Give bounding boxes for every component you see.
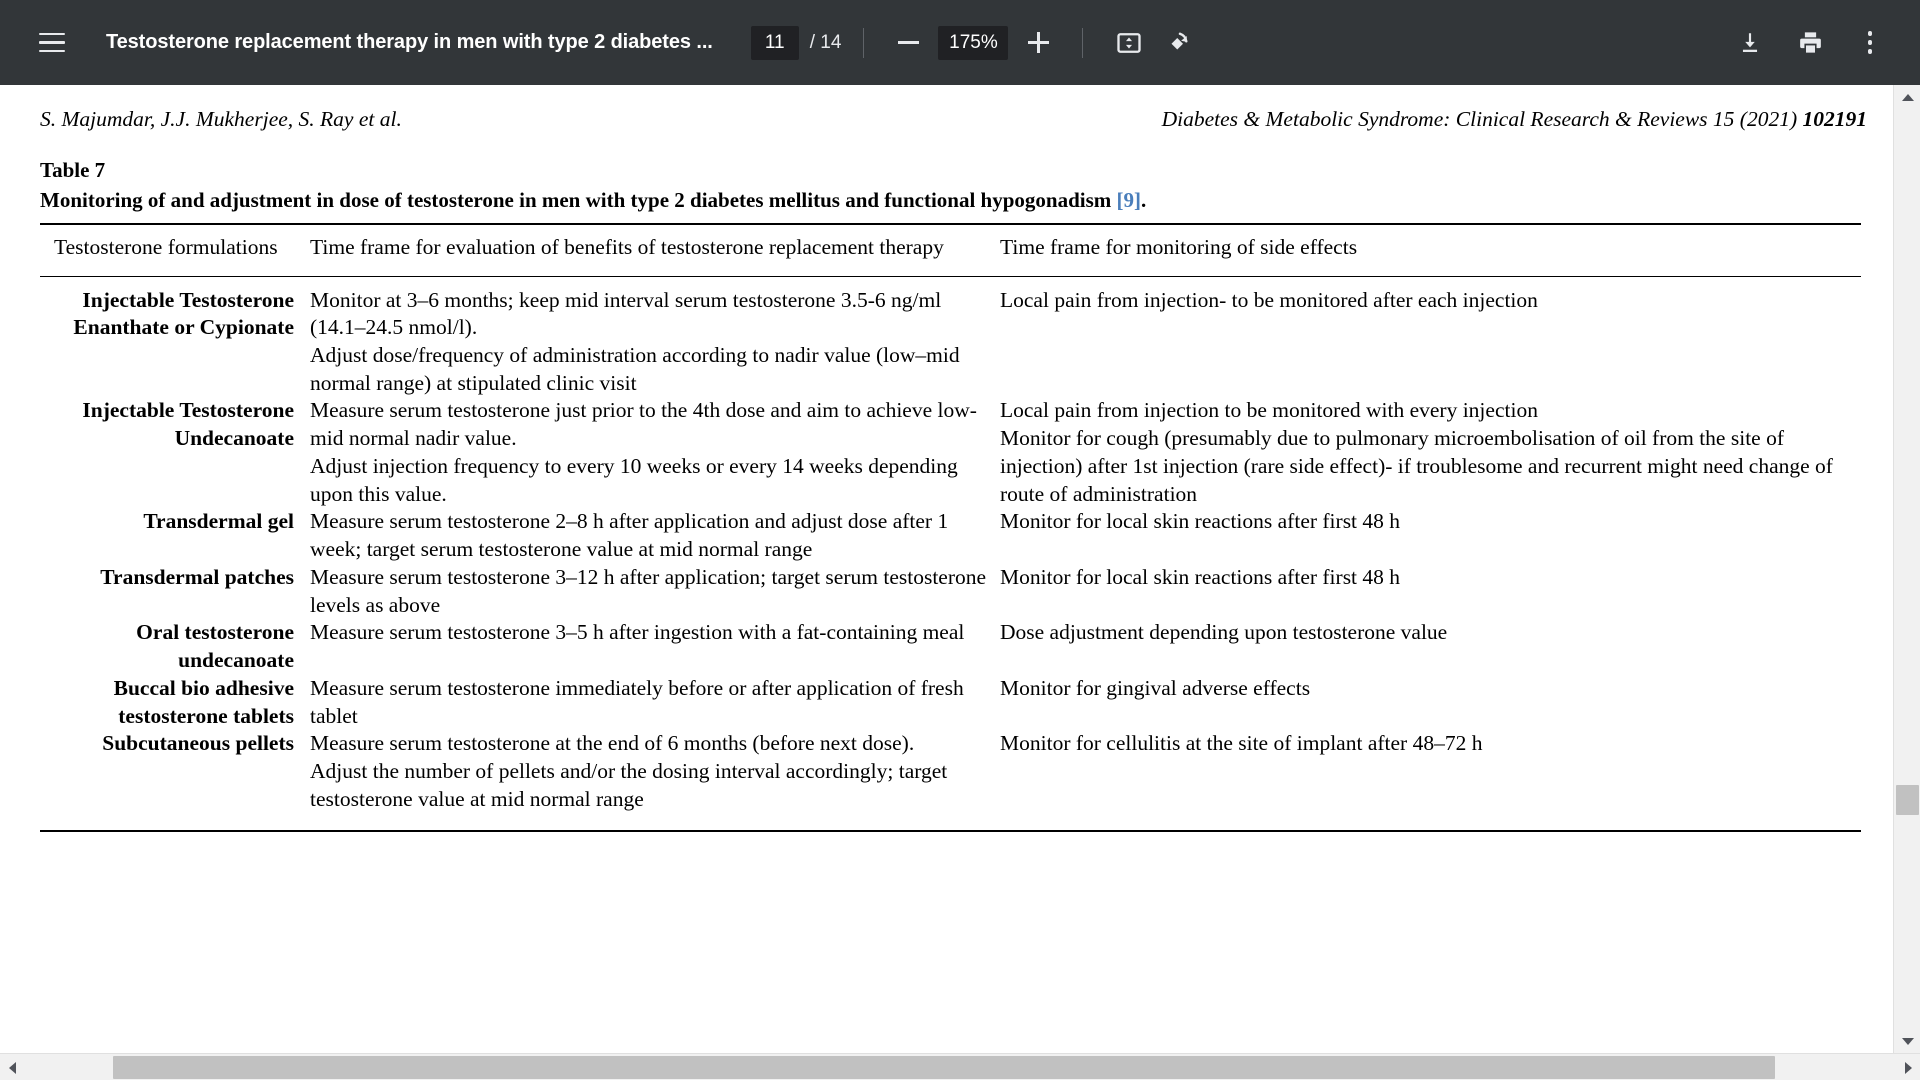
- cell-benefit: Measure serum testosterone 3–12 h after …: [310, 564, 1000, 619]
- cell-side-effect: Monitor for cellulitis at the site of im…: [1000, 730, 1861, 827]
- more-options-button[interactable]: [1846, 19, 1894, 67]
- horizontal-scrollbar[interactable]: [0, 1053, 1920, 1080]
- vertical-scrollbar[interactable]: [1893, 85, 1920, 1053]
- table-row: Injectable Testosterone Enanthate or Cyp…: [40, 276, 1861, 397]
- cell-formulation: Buccal bio adhesive testosterone tablets: [40, 675, 310, 730]
- cell-side-effect: Monitor for gingival adverse effects: [1000, 675, 1861, 730]
- toolbar-divider-2: [1082, 28, 1083, 58]
- table-bottom-rule: [40, 830, 1861, 832]
- minus-icon: [898, 32, 919, 53]
- rotate-button[interactable]: [1153, 19, 1201, 67]
- cell-side-effect: Monitor for local skin reactions after f…: [1000, 508, 1861, 563]
- vertical-scrollbar-thumb[interactable]: [1896, 785, 1919, 815]
- fit-to-page-button[interactable]: [1105, 19, 1153, 67]
- cell-benefit: Measure serum testosterone 3–5 h after i…: [310, 619, 1000, 674]
- scroll-right-arrow-icon[interactable]: [1896, 1054, 1920, 1081]
- toolbar-divider-1: [863, 28, 864, 58]
- table-caption-text: Monitoring of and adjustment in dose of …: [40, 188, 1117, 212]
- page-number-input[interactable]: [751, 26, 799, 60]
- zoom-controls: 175%: [886, 21, 1060, 65]
- table-row: Oral testosterone undecanoate Measure se…: [40, 619, 1861, 674]
- zoom-out-button[interactable]: [886, 21, 930, 65]
- hamburger-menu-icon: [39, 33, 65, 53]
- cell-side-effect: Dose adjustment depending upon testoster…: [1000, 619, 1861, 674]
- print-button[interactable]: [1786, 19, 1834, 67]
- pdf-page: S. Majumdar, J.J. Mukherjee, S. Ray et a…: [0, 85, 1893, 1051]
- scroll-left-arrow-icon[interactable]: [0, 1054, 24, 1081]
- pdf-viewer-toolbar: Testosterone replacement therapy in men …: [0, 0, 1920, 85]
- document-title: Testosterone replacement therapy in men …: [106, 31, 713, 54]
- rotate-icon: [1162, 28, 1192, 58]
- table-caption: Monitoring of and adjustment in dose of …: [40, 187, 1870, 213]
- caption-suffix: .: [1141, 188, 1146, 212]
- scroll-down-arrow-icon[interactable]: [1894, 1029, 1920, 1053]
- running-head-journal-name: Diabetes & Metabolic Syndrome: Clinical …: [1162, 107, 1803, 131]
- running-head-journal: Diabetes & Metabolic Syndrome: Clinical …: [1162, 107, 1867, 132]
- table-row: Transdermal gel Measure serum testostero…: [40, 508, 1861, 563]
- table-row: Subcutaneous pellets Measure serum testo…: [40, 730, 1861, 827]
- monitoring-table: Testosterone formulations Time frame for…: [40, 223, 1861, 827]
- zoom-in-button[interactable]: [1016, 21, 1060, 65]
- pdf-viewer-area[interactable]: S. Majumdar, J.J. Mukherjee, S. Ray et a…: [0, 85, 1920, 1080]
- column-header-side-effect-timeframe: Time frame for monitoring of side effect…: [1000, 224, 1861, 276]
- download-button[interactable]: [1726, 19, 1774, 67]
- fit-to-page-icon: [1115, 29, 1143, 57]
- cell-formulation: Transdermal patches: [40, 564, 310, 619]
- cell-formulation: Transdermal gel: [40, 508, 310, 563]
- cell-benefit: Measure serum testosterone immediately b…: [310, 675, 1000, 730]
- print-icon: [1797, 29, 1824, 56]
- column-header-benefit-timeframe: Time frame for evaluation of benefits of…: [310, 224, 1000, 276]
- cell-formulation: Oral testosterone undecanoate: [40, 619, 310, 674]
- download-icon: [1737, 30, 1763, 56]
- page-count-label: / 14: [810, 32, 842, 54]
- cell-benefit: Measure serum testosterone just prior to…: [310, 397, 1000, 508]
- cell-formulation: Injectable Testosterone Undecanoate: [40, 397, 310, 508]
- table-body: Injectable Testosterone Enanthate or Cyp…: [40, 276, 1861, 827]
- cell-benefit: Monitor at 3–6 months; keep mid interval…: [310, 276, 1000, 397]
- toolbar-actions: [1726, 19, 1894, 67]
- cell-benefit: Measure serum testosterone 2–8 h after a…: [310, 508, 1000, 563]
- cell-side-effect: Local pain from injection to be monitore…: [1000, 397, 1861, 508]
- document-content: S. Majumdar, J.J. Mukherjee, S. Ray et a…: [40, 85, 1870, 832]
- table-row: Buccal bio adhesive testosterone tablets…: [40, 675, 1861, 730]
- kebab-more-icon: [1868, 31, 1873, 54]
- plus-icon: [1028, 32, 1049, 53]
- cell-formulation: Subcutaneous pellets: [40, 730, 310, 827]
- scroll-up-arrow-icon[interactable]: [1894, 85, 1920, 109]
- column-header-formulations: Testosterone formulations: [40, 224, 310, 276]
- cell-formulation: Injectable Testosterone Enanthate or Cyp…: [40, 276, 310, 397]
- horizontal-scrollbar-thumb[interactable]: [113, 1056, 1775, 1079]
- cell-benefit: Measure serum testosterone at the end of…: [310, 730, 1000, 827]
- running-head-article-id: 102191: [1803, 107, 1868, 131]
- table-label: Table 7: [40, 158, 1870, 183]
- zoom-level-display[interactable]: 175%: [938, 26, 1008, 60]
- running-head: S. Majumdar, J.J. Mukherjee, S. Ray et a…: [40, 85, 1867, 132]
- sidebar-toggle-button[interactable]: [28, 19, 76, 67]
- caption-reference-link[interactable]: [9]: [1117, 188, 1142, 212]
- page-navigation: / 14: [751, 26, 842, 60]
- table-header-row: Testosterone formulations Time frame for…: [40, 224, 1861, 276]
- table-header: Testosterone formulations Time frame for…: [40, 224, 1861, 276]
- cell-side-effect: Monitor for local skin reactions after f…: [1000, 564, 1861, 619]
- running-head-authors: S. Majumdar, J.J. Mukherjee, S. Ray et a…: [40, 107, 402, 132]
- cell-side-effect: Local pain from injection- to be monitor…: [1000, 276, 1861, 397]
- table-row: Injectable Testosterone Undecanoate Meas…: [40, 397, 1861, 508]
- table-row: Transdermal patches Measure serum testos…: [40, 564, 1861, 619]
